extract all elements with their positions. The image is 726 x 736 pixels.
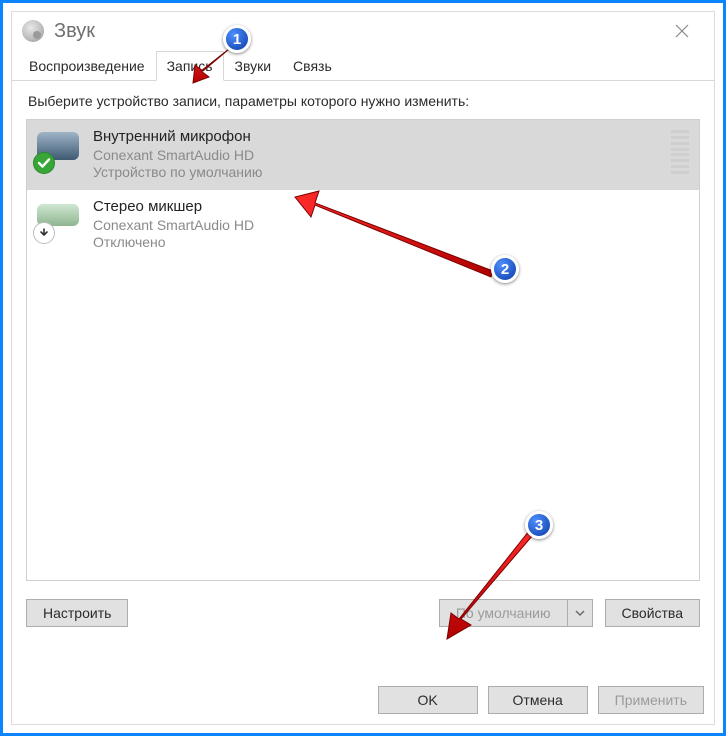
tab-content: Выберите устройство записи, параметры ко…: [12, 81, 714, 637]
device-text: Стерео микшер Conexant SmartAudio HD Отк…: [93, 198, 254, 252]
sound-dialog: Звук Воспроизведение Запись Звуки Связь …: [11, 11, 715, 725]
lower-button-row: Настроить По умолчанию Свойства: [26, 599, 700, 627]
default-check-icon: [33, 152, 55, 174]
set-default-split-button[interactable]: По умолчанию: [439, 599, 593, 627]
titlebar: Звук: [12, 12, 714, 50]
ok-button[interactable]: OK: [378, 686, 478, 714]
sound-icon: [22, 20, 44, 42]
microphone-icon: [37, 130, 79, 172]
device-driver: Conexant SmartAudio HD: [93, 147, 262, 165]
tab-playback[interactable]: Воспроизведение: [18, 51, 156, 81]
device-item[interactable]: Внутренний микрофон Conexant SmartAudio …: [27, 120, 699, 190]
mixer-icon: [37, 200, 79, 242]
device-name: Стерео микшер: [93, 198, 254, 217]
tab-strip: Воспроизведение Запись Звуки Связь: [12, 50, 714, 81]
cancel-button[interactable]: Отмена: [488, 686, 588, 714]
dialog-footer: OK Отмена Применить: [378, 686, 704, 714]
tab-recording[interactable]: Запись: [156, 51, 224, 81]
tab-communications[interactable]: Связь: [282, 51, 343, 81]
close-button[interactable]: [660, 16, 704, 46]
device-text: Внутренний микрофон Conexant SmartAudio …: [93, 128, 262, 182]
configure-button[interactable]: Настроить: [26, 599, 128, 627]
device-item[interactable]: Стерео микшер Conexant SmartAudio HD Отк…: [27, 190, 699, 260]
chevron-down-icon: [575, 608, 585, 618]
device-status: Устройство по умолчанию: [93, 164, 262, 182]
device-driver: Conexant SmartAudio HD: [93, 217, 254, 235]
annotation-callout-3: 3: [525, 511, 553, 539]
device-name: Внутренний микрофон: [93, 128, 262, 147]
apply-button[interactable]: Применить: [598, 686, 704, 714]
set-default-dropdown[interactable]: [567, 599, 593, 627]
device-list[interactable]: Внутренний микрофон Conexant SmartAudio …: [26, 119, 700, 581]
instruction-text: Выберите устройство записи, параметры ко…: [26, 91, 700, 119]
annotation-callout-1: 1: [223, 25, 251, 53]
close-icon: [675, 24, 689, 38]
disabled-arrow-icon: [33, 222, 55, 244]
level-meter: [671, 128, 689, 176]
annotation-callout-2: 2: [491, 255, 519, 283]
set-default-button[interactable]: По умолчанию: [439, 599, 567, 627]
tab-sounds[interactable]: Звуки: [224, 51, 283, 81]
window-title: Звук: [54, 20, 95, 43]
device-status: Отключено: [93, 234, 254, 252]
properties-button[interactable]: Свойства: [605, 599, 700, 627]
